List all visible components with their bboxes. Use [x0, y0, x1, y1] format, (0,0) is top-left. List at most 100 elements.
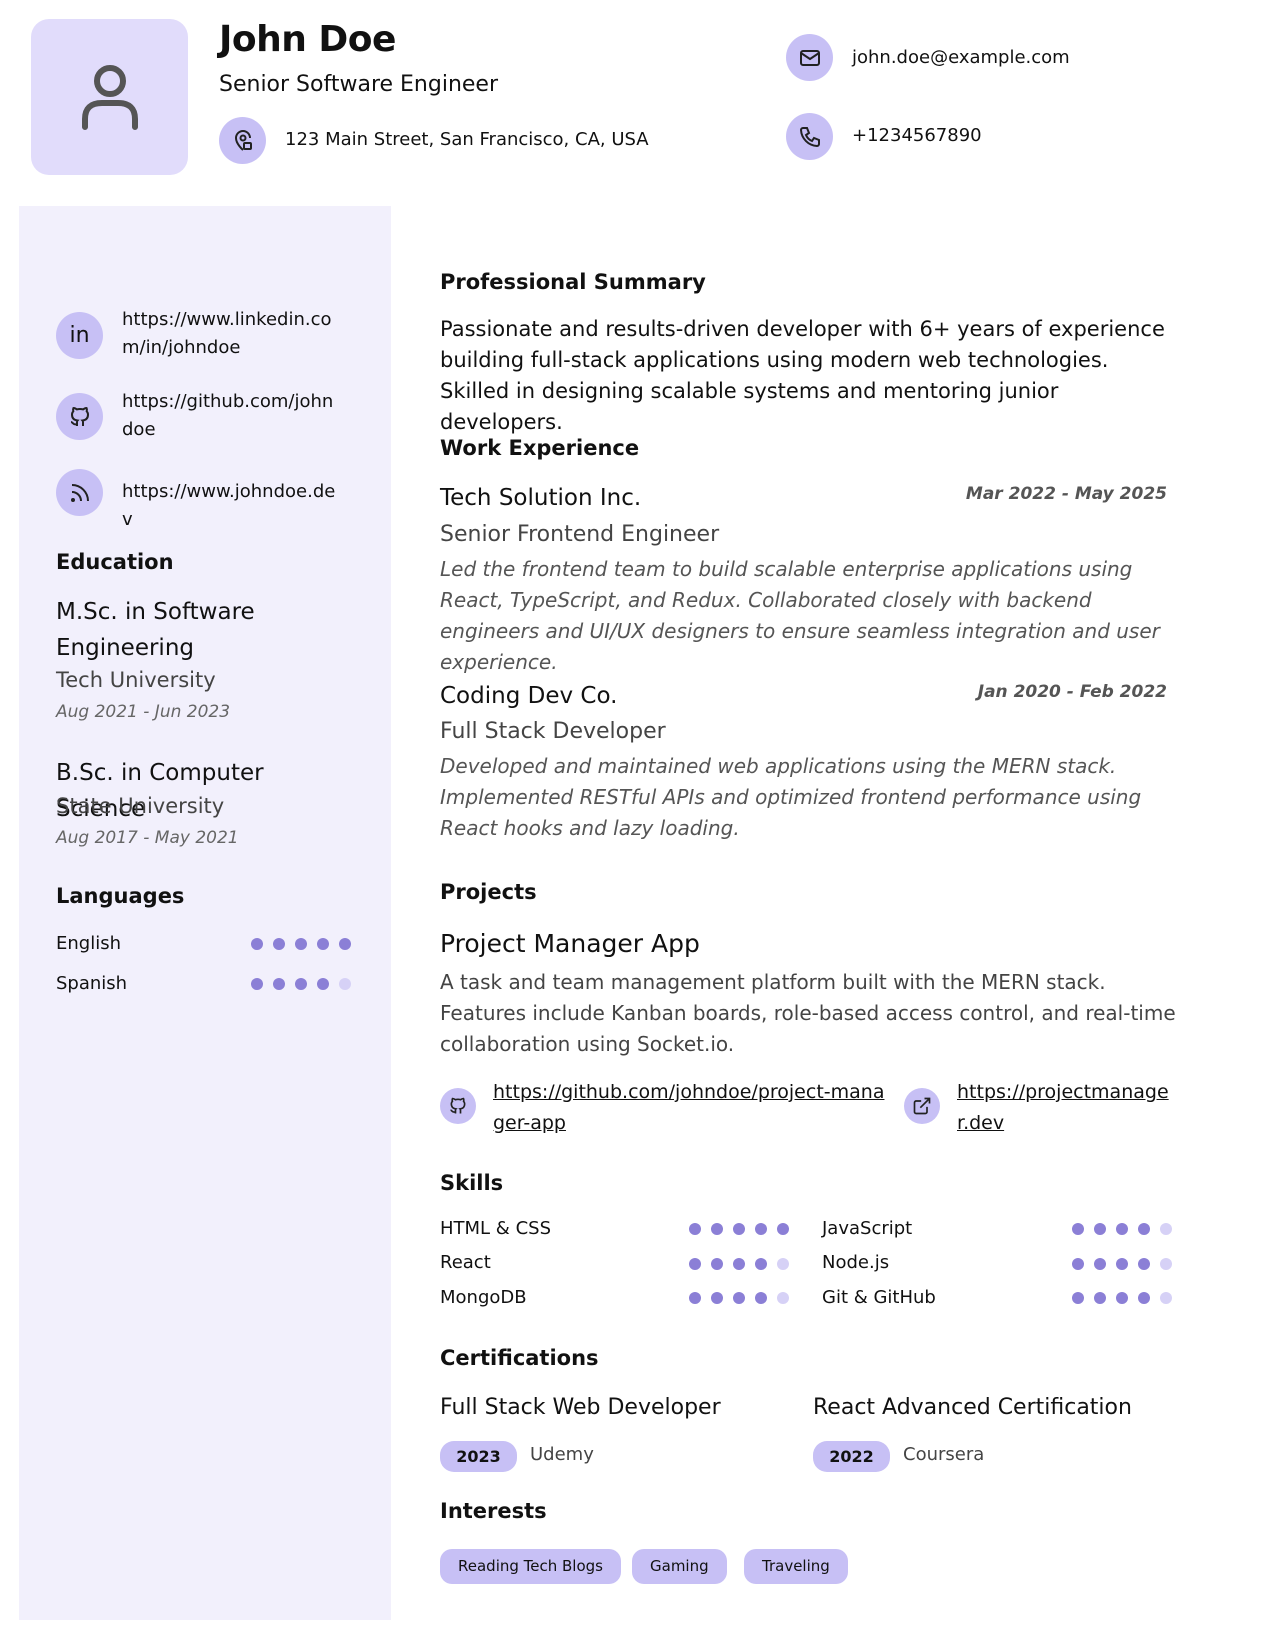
level-dot [1116, 1292, 1128, 1304]
level-dot [689, 1258, 701, 1270]
level-dot [733, 1223, 745, 1235]
job-role: Full Stack Developer [440, 719, 666, 744]
level-dot [251, 938, 263, 950]
candidate-name: John Doe [219, 19, 396, 60]
education-school: Tech University [56, 668, 216, 692]
linkedin-link[interactable]: https://www.linkedin.com/in/johndoe [122, 306, 342, 362]
skill-level [689, 1258, 789, 1270]
skill-level [689, 1292, 789, 1304]
company-name: Tech Solution Inc. [440, 485, 642, 511]
level-dot [689, 1223, 701, 1235]
company-name: Coding Dev Co. [440, 683, 618, 709]
certifications-heading: Certifications [440, 1346, 599, 1374]
github-link[interactable]: https://github.com/johndoe [122, 388, 342, 444]
level-dot [251, 978, 263, 990]
job-dates: Jan 2020 - Feb 2022 [977, 682, 1167, 702]
job-role: Senior Frontend Engineer [440, 522, 720, 547]
location-icon [219, 117, 266, 164]
level-dot [689, 1292, 701, 1304]
job-description: Led the frontend team to build scalable … [440, 557, 1160, 674]
projects-heading: Projects [440, 880, 537, 908]
level-dot [711, 1258, 723, 1270]
level-dot [1160, 1258, 1172, 1270]
level-dot [1072, 1292, 1084, 1304]
job-title: Senior Software Engineer [219, 72, 499, 97]
level-dot [777, 1223, 789, 1235]
level-dot [777, 1292, 789, 1304]
certification-org: Coursera [903, 1444, 985, 1465]
certification-org: Udemy [530, 1444, 594, 1465]
level-dot [1094, 1258, 1106, 1270]
experience-heading: Work Experience [440, 436, 640, 464]
level-dot [295, 978, 307, 990]
education-heading: Education [56, 550, 174, 578]
level-dot [755, 1223, 767, 1235]
linkedin-icon: in [56, 312, 103, 359]
skill-name: Git & GitHub [822, 1287, 936, 1308]
project-repo-link[interactable]: https://github.com/johndoe/project-manag… [493, 1077, 893, 1139]
education-school: State University [56, 794, 225, 818]
level-dot [1094, 1292, 1106, 1304]
avatar [31, 19, 188, 175]
level-dot [1160, 1223, 1172, 1235]
certification-year: 2022 [813, 1441, 890, 1472]
language-level [251, 978, 351, 990]
project-live-link[interactable]: https://projectmanager.dev [957, 1077, 1177, 1139]
skill-name: React [440, 1252, 491, 1273]
level-dot [755, 1292, 767, 1304]
skill-level [1072, 1292, 1172, 1304]
summary-heading: Professional Summary [440, 270, 706, 298]
summary-text: Passionate and results-driven developer … [440, 317, 1165, 434]
skill-name: HTML & CSS [440, 1218, 551, 1239]
mail-icon [786, 34, 833, 81]
address: 123 Main Street, San Francisco, CA, USA [285, 129, 649, 150]
level-dot [777, 1258, 789, 1270]
interests-heading: Interests [440, 1499, 547, 1527]
interest-tag: Reading Tech Blogs [440, 1549, 621, 1584]
level-dot [1160, 1292, 1172, 1304]
interest-tag: Gaming [632, 1549, 727, 1584]
certification-year: 2023 [440, 1441, 517, 1472]
external-link-icon [904, 1088, 940, 1124]
language-level [251, 938, 351, 950]
level-dot [1116, 1258, 1128, 1270]
level-dot [1094, 1223, 1106, 1235]
level-dot [1116, 1223, 1128, 1235]
level-dot [273, 978, 285, 990]
level-dot [273, 938, 285, 950]
level-dot [339, 938, 351, 950]
languages-heading: Languages [56, 884, 185, 912]
skill-level [1072, 1223, 1172, 1235]
level-dot [711, 1223, 723, 1235]
certification-name: Full Stack Web Developer [440, 1395, 721, 1420]
job-description: Developed and maintained web application… [440, 754, 1142, 840]
education-dates: Aug 2021 - Jun 2023 [56, 702, 231, 722]
project-description: A task and team management platform buil… [440, 970, 1176, 1056]
language-name: English [56, 933, 121, 954]
level-dot [1138, 1223, 1150, 1235]
level-dot [755, 1258, 767, 1270]
level-dot [317, 938, 329, 950]
skills-heading: Skills [440, 1171, 504, 1199]
skill-level [689, 1223, 789, 1235]
rss-icon [56, 469, 103, 516]
level-dot [711, 1292, 723, 1304]
level-dot [1072, 1223, 1084, 1235]
skill-name: MongoDB [440, 1287, 527, 1308]
level-dot [733, 1292, 745, 1304]
phone-icon [786, 113, 833, 160]
level-dot [1138, 1258, 1150, 1270]
github-icon [440, 1088, 476, 1124]
language-name: Spanish [56, 973, 128, 994]
user-icon [81, 65, 138, 130]
phone[interactable]: +1234567890 [852, 125, 982, 146]
interest-tag: Traveling [744, 1549, 848, 1584]
email[interactable]: john.doe@example.com [852, 47, 1070, 68]
certification-name: React Advanced Certification [813, 1395, 1132, 1420]
website-link[interactable]: https://www.johndoe.dev [122, 478, 342, 534]
level-dot [733, 1258, 745, 1270]
level-dot [317, 978, 329, 990]
level-dot [339, 978, 351, 990]
job-dates: Mar 2022 - May 2025 [965, 484, 1167, 504]
level-dot [295, 938, 307, 950]
